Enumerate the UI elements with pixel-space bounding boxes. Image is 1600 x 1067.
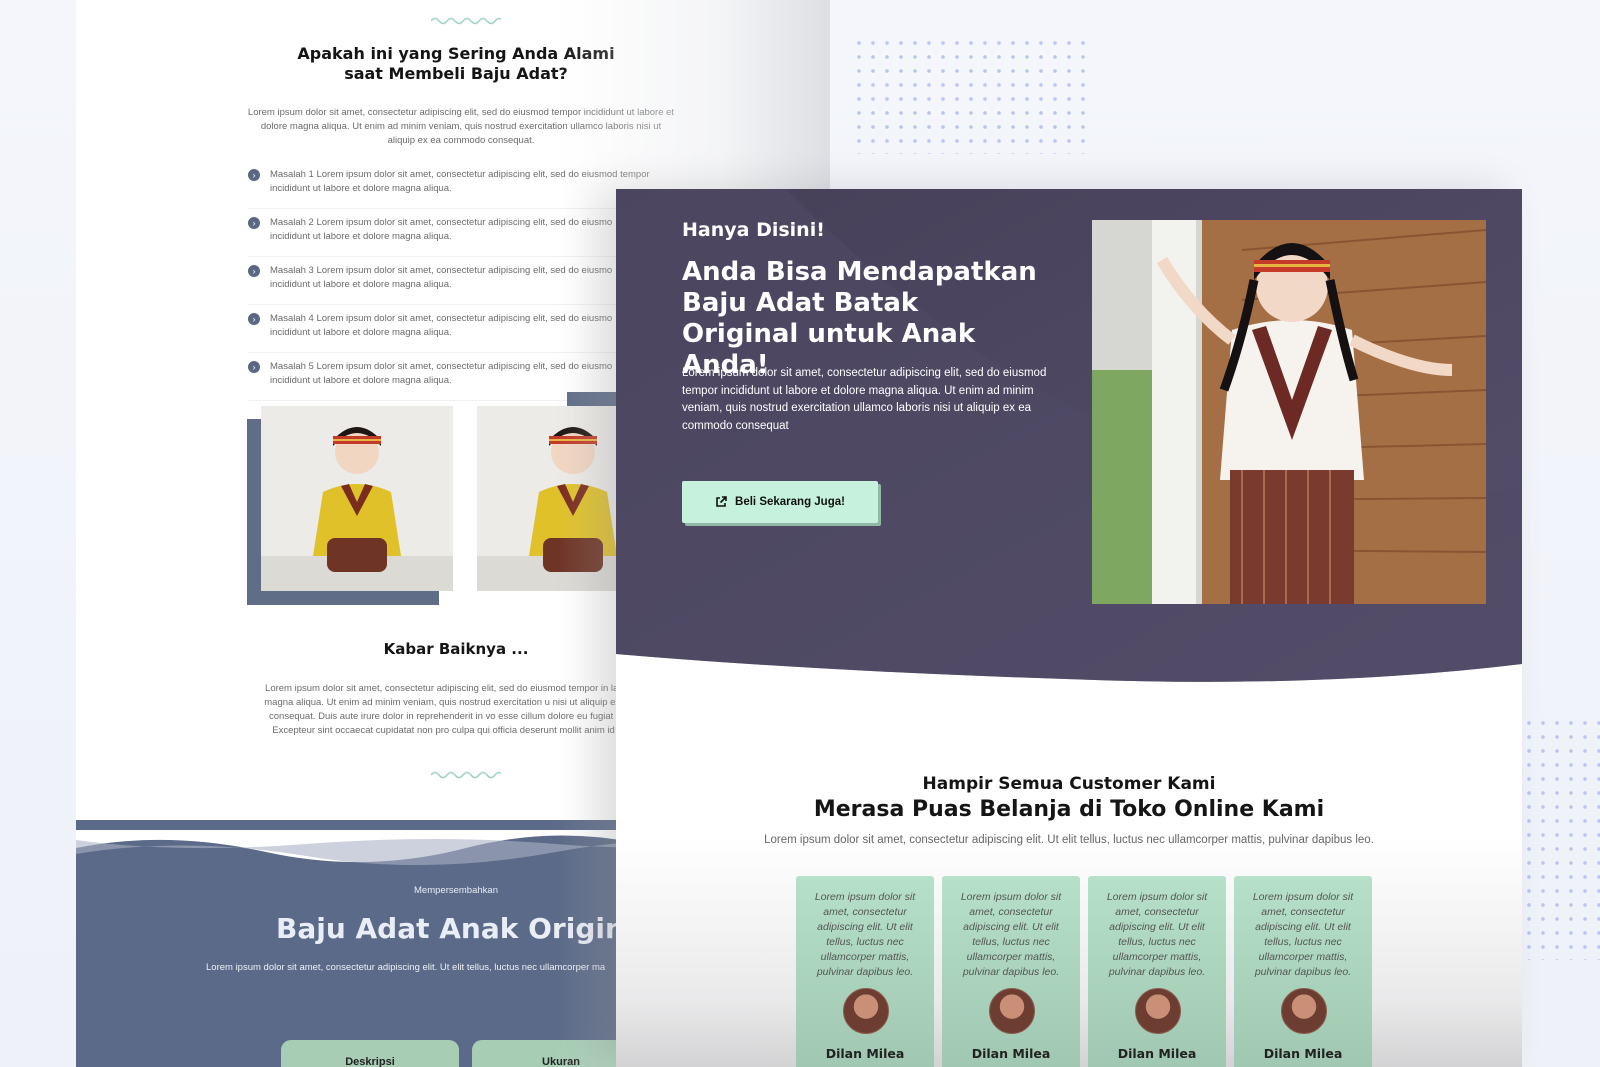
squiggle-divider-top <box>431 17 501 25</box>
chevron-circle-icon: › <box>248 313 260 325</box>
dot-pattern-right <box>1522 716 1600 960</box>
hero-body: Lorem ipsum dolor sit amet, consectetur … <box>682 367 1047 432</box>
chevron-circle-icon: › <box>248 217 260 229</box>
hero-kicker: Hanya Disini! <box>682 219 825 241</box>
child-batak-outfit-image <box>1092 220 1486 604</box>
avatar <box>843 988 889 1034</box>
buy-now-button[interactable]: Beli Sekarang Juga! <box>682 481 878 523</box>
testimonial-body: Lorem ipsum dolor sit amet, consectetur … <box>764 834 1374 846</box>
testimonial-card: Lorem ipsum dolor sit amet, consectetur … <box>942 876 1080 1067</box>
testimonial-text: Lorem ipsum dolor sit amet, consectetur … <box>1252 891 1354 978</box>
tab-deskripsi[interactable]: Deskripsi <box>281 1040 459 1067</box>
testimonial-text: Lorem ipsum dolor sit amet, consectetur … <box>960 891 1062 978</box>
dot-pattern-top <box>852 36 1090 154</box>
testimonial-name: Dilan Milea <box>971 1046 1051 1061</box>
external-link-icon <box>716 496 727 507</box>
testimonial-card: Lorem ipsum dolor sit amet, consectetur … <box>796 876 934 1067</box>
testimonial-title: Merasa Puas Belanja di Toko Online Kami <box>813 797 1325 822</box>
testimonial-name: Dilan Milea <box>1263 1046 1343 1061</box>
testimonial-subtitle: Hampir Semua Customer Kami <box>922 774 1216 794</box>
hero-title: Anda Bisa Mendapatkan Baju Adat Batak Or… <box>682 257 1037 380</box>
testimonial-text: Lorem ipsum dolor sit amet, consectetur … <box>814 891 916 978</box>
chevron-circle-icon: › <box>248 361 260 373</box>
chevron-circle-icon: › <box>248 169 260 181</box>
squiggle-divider-bottom <box>431 771 501 779</box>
avatar <box>1281 988 1327 1034</box>
testimonial-text: Lorem ipsum dolor sit amet, consectetur … <box>1106 891 1208 978</box>
testimonial-card: Lorem ipsum dolor sit amet, consectetur … <box>1234 876 1372 1067</box>
avatar <box>1135 988 1181 1034</box>
kabar-title: Kabar Baiknya ... <box>383 640 529 658</box>
product-subtitle: Lorem ipsum dolor sit amet, consectetur … <box>206 962 606 973</box>
avatar <box>989 988 1035 1034</box>
testimonial-name: Dilan Milea <box>825 1046 905 1061</box>
testimonial-card: Lorem ipsum dolor sit amet, consectetur … <box>1088 876 1226 1067</box>
product-photo-1 <box>261 406 453 591</box>
front-page-preview: Hanya Disini! Anda Bisa Mendapatkan Baju… <box>616 189 1522 1067</box>
child-yellow-outfit-image <box>261 406 453 591</box>
testimonial-name: Dilan Milea <box>1117 1046 1197 1061</box>
chevron-circle-icon: › <box>248 265 260 277</box>
presenting-label: Mempersembahkan <box>414 885 498 896</box>
hero-photo <box>1092 220 1486 604</box>
buy-now-label: Beli Sekarang Juga! <box>735 496 845 508</box>
